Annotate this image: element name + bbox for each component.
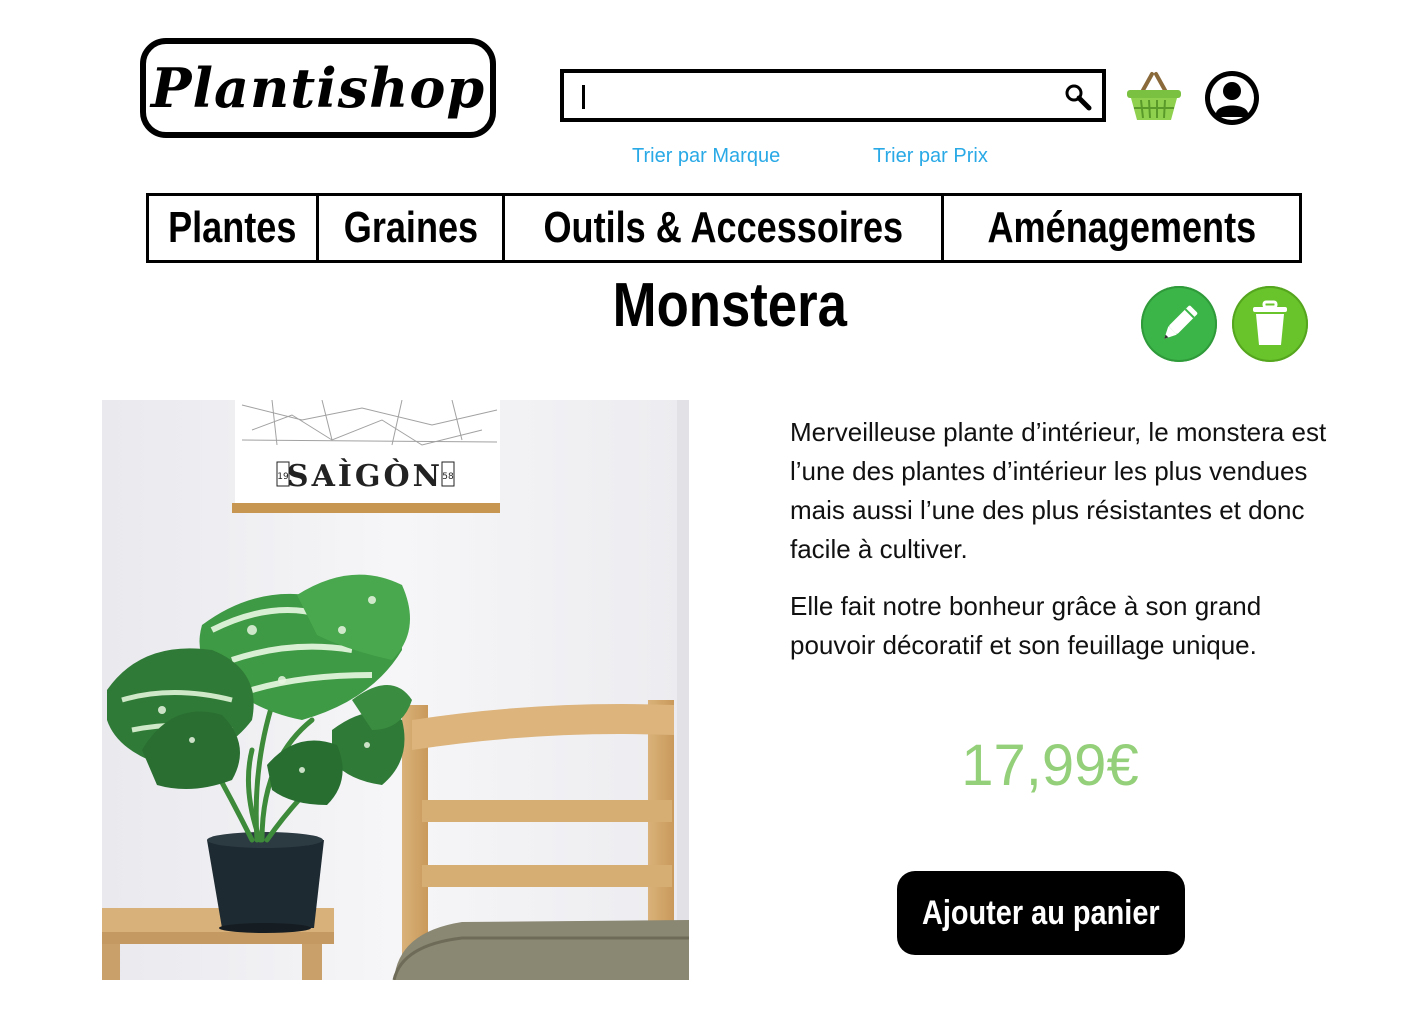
pencil-icon (1164, 305, 1198, 339)
description-paragraph: Elle fait notre bonheur grâce à son gran… (790, 591, 1262, 660)
nav-tab-label: Graines (343, 203, 478, 252)
nav-tab-outils-accessoires[interactable]: Outils & Accessoires (505, 196, 944, 260)
text-caret (582, 85, 585, 109)
trash-icon (1253, 300, 1287, 345)
user-icon[interactable] (1202, 67, 1262, 129)
product-name: Monstera (612, 271, 848, 340)
product-description: Merveilleuse plante d’intérieur, le mons… (790, 413, 1350, 683)
sort-by-brand-link[interactable]: Trier par Marque (632, 145, 780, 168)
poster-text: SAÌGÒN (287, 458, 443, 494)
nav-tab-plantes[interactable]: Plantes (149, 196, 319, 260)
add-to-cart-button[interactable]: Ajouter au panier (897, 871, 1185, 955)
nav-tab-label: Plantes (168, 203, 297, 252)
nav-tab-label: Outils & Accessoires (543, 203, 903, 252)
sort-by-price-link[interactable]: Trier par Prix (873, 145, 988, 168)
search-bar[interactable] (560, 69, 1106, 122)
poster-year-right: 58 (442, 472, 454, 482)
category-nav: Plantes Graines Outils & Accessoires Amé… (146, 193, 1302, 263)
search-icon[interactable] (1062, 81, 1094, 113)
search-input[interactable] (574, 79, 1048, 115)
nav-tab-graines[interactable]: Graines (319, 196, 505, 260)
edit-button[interactable] (1141, 286, 1217, 362)
basket-icon[interactable] (1124, 68, 1184, 126)
description-paragraph: Merveilleuse plante d’intérieur, le mons… (790, 417, 1327, 564)
product-image: 19 58 SAÌGÒN (102, 400, 689, 980)
nav-tab-amenagements[interactable]: Aménagements (944, 196, 1299, 260)
product-title: Monstera (560, 270, 900, 341)
delete-button[interactable] (1232, 286, 1308, 362)
logo-text: Plantishop (150, 56, 486, 120)
add-to-cart-label: Ajouter au panier (922, 893, 1160, 932)
product-price: 17,99€ (961, 733, 1139, 798)
logo[interactable]: Plantishop (140, 38, 496, 138)
nav-tab-label: Aménagements (987, 203, 1256, 252)
